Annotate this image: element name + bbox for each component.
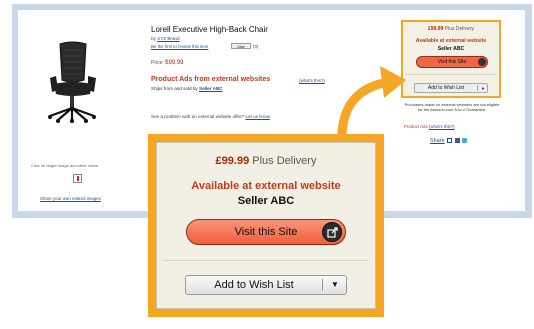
product-ads-heading: Product Ads from external websites <box>151 76 271 83</box>
wishlist-label: Add to Wish List <box>427 85 465 91</box>
add-to-wishlist-button[interactable]: Add to Wish List ▼ <box>414 83 488 93</box>
review-link[interactable]: Be the first to review this item <box>151 44 208 49</box>
byline: by XYZ Brand <box>151 36 180 41</box>
ships-from-text: Ships from and sold by Seller ABC <box>151 86 223 91</box>
facebook-icon[interactable] <box>454 138 460 144</box>
whats-this-small-link[interactable]: (what's this?) <box>429 124 455 129</box>
zoom-seller-name: Seller ABC <box>237 195 295 207</box>
by-prefix: by <box>151 36 156 41</box>
whats-this-link[interactable]: (what's this?) <box>299 78 325 83</box>
larger-image-caption: Click for larger image and other views <box>31 163 98 168</box>
zoom-add-to-wishlist-button[interactable]: Add to Wish List ▼ <box>185 275 347 295</box>
divider <box>405 74 497 75</box>
zoom-wishlist-separator <box>322 279 323 291</box>
ships-label: Ships from and sold by <box>151 86 198 91</box>
problem-report: See a problem with an external website o… <box>151 114 270 119</box>
offer-box-zoomed: £99.99 Plus Delivery Available at extern… <box>156 142 376 309</box>
delivery-text: Plus Delivery <box>444 26 474 32</box>
zoom-price-value: £99.99 <box>215 155 250 167</box>
like-button[interactable]: Like <box>231 43 251 49</box>
seller-name: Seller ABC <box>437 46 465 52</box>
chair-image[interactable] <box>42 40 102 124</box>
external-link-icon <box>322 222 342 242</box>
email-icon[interactable] <box>447 138 453 144</box>
external-link-icon <box>478 58 486 66</box>
visit-site-button[interactable]: Visit this Site <box>416 56 488 68</box>
zoom-visit-label: Visit this Site <box>234 226 298 238</box>
product-ads-small: Product Ads (what's this?) <box>404 124 455 129</box>
offer-box-small: £99.99 Plus Delivery Available at extern… <box>401 20 501 98</box>
offer-price-value: £99.99 <box>428 26 444 32</box>
offer-price: £99.99 Plus Delivery <box>403 26 499 32</box>
callout-arrow <box>337 66 406 139</box>
zoom-offer-price: £99.99 Plus Delivery <box>157 155 375 167</box>
zoom-delivery-text: Plus Delivery <box>252 155 317 167</box>
dropdown-arrow-icon[interactable]: ▼ <box>481 85 485 93</box>
visit-label: Visit this Site <box>437 59 467 65</box>
dropdown-arrow-icon[interactable]: ▼ <box>327 276 343 294</box>
problem-text: See a problem with an external website o… <box>151 114 245 119</box>
price-value: $99.99 <box>165 60 184 66</box>
product-title: Lorell Executive High-Back Chair <box>151 25 268 34</box>
image-thumbnail[interactable] <box>73 174 82 183</box>
availability-text: Available at external website <box>415 38 487 44</box>
share-row: Share <box>430 138 468 144</box>
zoom-wishlist-label: Add to Wish List <box>214 279 294 291</box>
let-us-know-link[interactable]: Let us know <box>245 114 270 119</box>
guarantee-disclaimer: Purchases made on external websites are … <box>404 102 500 112</box>
share-label[interactable]: Share <box>430 138 445 144</box>
zoom-visit-site-button[interactable]: Visit this Site <box>186 219 346 245</box>
price-row: Price: $99.99 <box>151 60 184 66</box>
zoom-availability-text: Available at external website <box>191 180 341 192</box>
seller-link[interactable]: Seller ABC <box>199 86 223 91</box>
twitter-icon[interactable] <box>462 138 468 144</box>
wishlist-separator <box>477 85 478 91</box>
price-label: Price: <box>151 60 164 66</box>
share-images-link[interactable]: Share your own related images <box>40 196 101 201</box>
brand-link[interactable]: XYZ Brand <box>157 36 179 41</box>
zoom-divider <box>163 260 369 261</box>
like-count: (0) <box>253 44 259 49</box>
